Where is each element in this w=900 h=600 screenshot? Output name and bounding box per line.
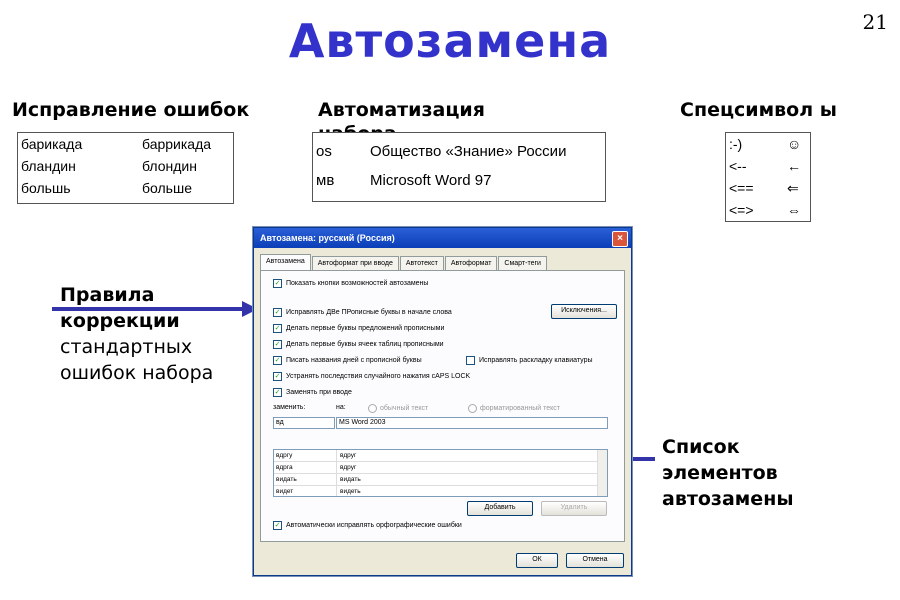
tab-smart-tags[interactable]: Смарт-теги — [498, 256, 547, 270]
option-label: Автоматически исправлять орфографические… — [286, 522, 462, 529]
ok-button[interactable]: ОК — [516, 553, 558, 568]
checkbox-checked-icon: ✓ — [273, 308, 282, 317]
list-from: видет — [274, 486, 337, 496]
checkbox-checked-icon: ✓ — [273, 372, 282, 381]
option-label: Устранять последствия случайного нажатия… — [286, 373, 471, 380]
option-auto-spell[interactable]: ✓ Автоматически исправлять орфографически… — [273, 521, 462, 530]
option-label: Писать названия дней с прописной буквы — [286, 357, 422, 364]
autocorrect-list[interactable]: вдргу вдруг вдрга вдруг видать видать видет… — [273, 449, 608, 497]
option-label: Делать первые буквы ячеек таблиц прописн… — [286, 341, 444, 348]
checkbox-checked-icon: ✓ — [273, 279, 282, 288]
checkbox-checked-icon: ✓ — [273, 521, 282, 530]
list-from: видать — [274, 474, 337, 485]
with-label: на: — [336, 404, 346, 411]
list-item[interactable]: вдргу вдруг — [274, 450, 607, 462]
checkbox-checked-icon: ✓ — [273, 324, 282, 333]
dialog-title: Автозамена: русский (Россия) — [260, 233, 395, 243]
option-label: Исправлять ДВе ПРописные буквы в начале … — [286, 309, 452, 316]
tab-autoformat-as-you-type[interactable]: Автоформат при вводе — [311, 256, 399, 270]
option-capitalize-sentences[interactable]: ✓ Делать первые буквы предложений прописн… — [273, 324, 444, 333]
exceptions-button[interactable]: Исключения... — [551, 304, 617, 319]
radio-label: обычный текст — [380, 405, 429, 412]
checkbox-checked-icon: ✓ — [273, 388, 282, 397]
option-caps-lock[interactable]: ✓ Устранять последствия случайного нажати… — [273, 372, 470, 381]
autocorrect-dialog: Автозамена: русский (Россия) × Автозамен… — [253, 227, 632, 576]
option-label: Исправлять раскладку клавиатуры — [479, 357, 593, 364]
autocorrect-panel: ✓ Показать кнопки возможностей автозамены… — [260, 270, 625, 542]
tab-autotext[interactable]: Автотекст — [399, 256, 444, 270]
option-capitalize-cells[interactable]: ✓ Делать первые буквы ячеек таблиц пропис… — [273, 340, 444, 349]
dialog-tabs: Автозамена Автоформат при вводе Автотекс… — [260, 254, 548, 270]
option-two-capitals[interactable]: ✓ Исправлять ДВе ПРописные буквы в начале… — [273, 308, 452, 317]
list-scrollbar[interactable] — [597, 450, 607, 496]
delete-button[interactable]: Удалить — [541, 501, 607, 516]
option-label: Заменять при вводе — [286, 389, 352, 396]
list-item[interactable]: вдрга вдруг — [274, 462, 607, 474]
option-label: Делать первые буквы предложений прописны… — [286, 325, 445, 332]
option-keyboard-layout[interactable]: Исправлять раскладку клавиатуры — [466, 356, 593, 365]
tab-autocorrect[interactable]: Автозамена — [260, 254, 311, 270]
list-item[interactable]: видет видеть — [274, 486, 607, 496]
add-button[interactable]: Добавить — [467, 501, 533, 516]
checkbox-checked-icon: ✓ — [273, 340, 282, 349]
option-label: Показать кнопки возможностей автозамены — [286, 280, 429, 287]
option-capitalize-days[interactable]: ✓ Писать названия дней с прописной буквы — [273, 356, 422, 365]
dialog-title-bar: Автозамена: русский (Россия) × — [254, 228, 631, 248]
checkbox-empty-icon — [466, 356, 475, 365]
with-input[interactable]: MS Word 2003 — [336, 417, 608, 429]
list-to: вдруг — [340, 452, 357, 459]
list-from: вдргу — [274, 450, 337, 461]
cancel-button[interactable]: Отмена — [566, 553, 624, 568]
replace-input[interactable]: вд — [273, 417, 335, 429]
list-from: вдрга — [274, 462, 337, 473]
radio-icon — [468, 404, 477, 413]
option-replace-as-you-type[interactable]: ✓ Заменять при вводе — [273, 388, 352, 397]
list-to: вдруг — [340, 464, 357, 471]
replace-label: заменить: — [273, 404, 306, 411]
list-to: видать — [340, 476, 361, 483]
formatted-text-radio[interactable]: форматированный текст — [468, 404, 560, 413]
list-to: видеть — [340, 488, 361, 495]
radio-label: форматированный текст — [480, 405, 561, 412]
close-icon[interactable]: × — [612, 231, 628, 247]
plain-text-radio[interactable]: обычный текст — [368, 404, 428, 413]
option-show-buttons[interactable]: ✓ Показать кнопки возможностей автозамены — [273, 279, 428, 288]
radio-icon — [368, 404, 377, 413]
left-arrow — [52, 301, 258, 317]
list-item[interactable]: видать видать — [274, 474, 607, 486]
checkbox-checked-icon: ✓ — [273, 356, 282, 365]
tab-autoformat[interactable]: Автоформат — [444, 256, 498, 270]
